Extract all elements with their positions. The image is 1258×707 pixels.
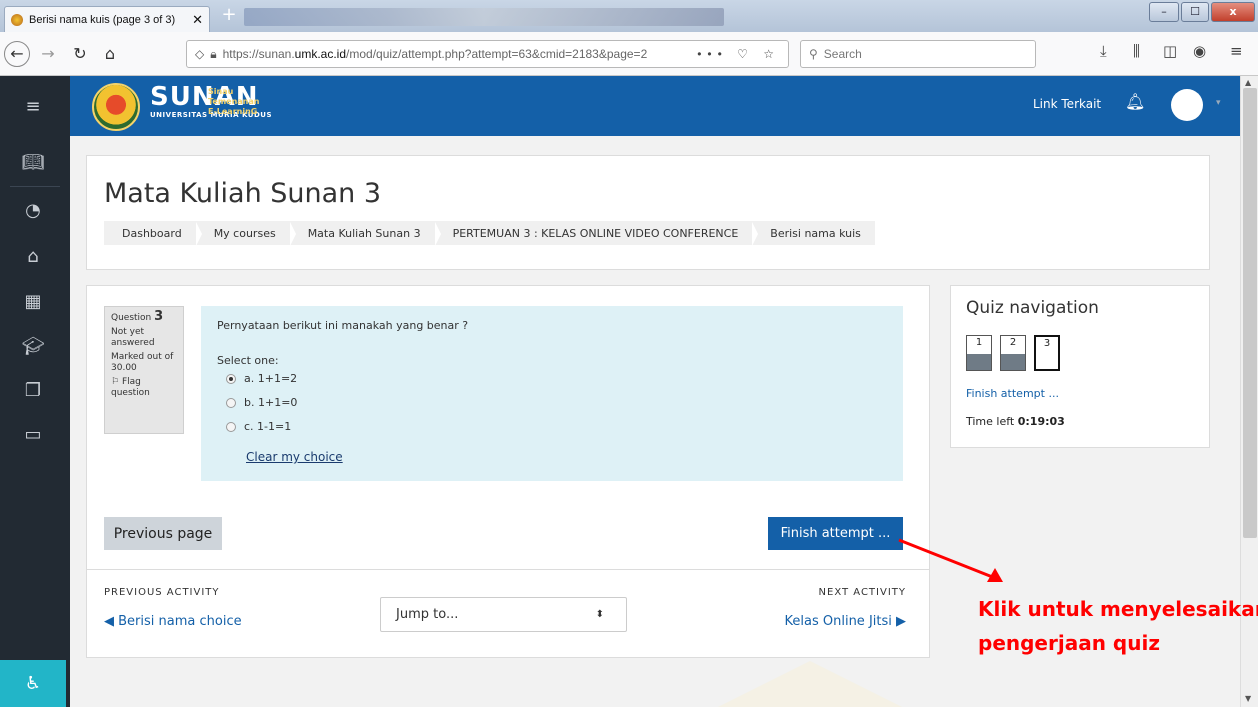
answer-option-c[interactable]: c. 1-1=1 bbox=[226, 420, 291, 433]
lock-icon: 🔒︎ bbox=[210, 46, 217, 61]
radio-b[interactable] bbox=[226, 397, 236, 408]
time-left: Time left 0:19:03 bbox=[966, 415, 1065, 428]
annotation-arrow-icon bbox=[898, 538, 1003, 582]
back-arrow-icon[interactable]: ← bbox=[4, 41, 30, 67]
flag-icon: ⚐ bbox=[111, 377, 122, 387]
next-activity-label: NEXT ACTIVITY bbox=[818, 587, 906, 598]
close-window-button[interactable]: x bbox=[1211, 2, 1255, 22]
scroll-down-icon[interactable]: ▼ bbox=[1245, 694, 1251, 703]
breadcrumb-dashboard[interactable]: Dashboard bbox=[104, 221, 202, 246]
dashboard-icon[interactable]: ◔ bbox=[0, 200, 66, 221]
tab-title: Berisi nama kuis (page 3 of 3) bbox=[29, 13, 176, 26]
annotation-line-2: pengerjaan quiz bbox=[978, 631, 1160, 655]
breadcrumb-course[interactable]: Mata Kuliah Sunan 3 bbox=[290, 221, 441, 246]
clear-choice-link[interactable]: Clear my choice bbox=[246, 450, 343, 464]
breadcrumb-section[interactable]: PERTEMUAN 3 : KELAS ONLINE VIDEO CONFERE… bbox=[435, 221, 758, 246]
url-text: https://sunan.umk.ac.id/mod/quiz/attempt… bbox=[222, 47, 648, 61]
answer-option-a[interactable]: a. 1+1=2 bbox=[226, 372, 297, 385]
chevron-down-icon[interactable]: ▾ bbox=[1216, 98, 1221, 108]
quiz-nav-button-2[interactable]: 2 bbox=[1000, 335, 1026, 371]
download-icon[interactable]: ⤓ bbox=[1100, 42, 1107, 60]
radio-a[interactable] bbox=[226, 373, 236, 384]
time-left-value: 0:19:03 bbox=[1017, 415, 1065, 428]
search-icon: ⚲ bbox=[809, 47, 818, 61]
question-number: 3 bbox=[154, 309, 164, 324]
reload-icon[interactable]: ↻ bbox=[68, 42, 92, 66]
bell-icon[interactable]: 🔔︎ bbox=[1125, 92, 1145, 111]
select-caret-icon: ⬍ bbox=[595, 609, 604, 620]
nav-drawer: ≡ 📖︎ ◔ ⌂ ▦ 🎓︎ ❐ ▭ bbox=[0, 76, 70, 707]
avatar[interactable] bbox=[1171, 89, 1203, 121]
annotation-text: Klik untuk menyelesaikan pengerjaan quiz bbox=[978, 592, 1258, 660]
radio-c[interactable] bbox=[226, 421, 236, 432]
question-info: Question 3 Not yet answered Marked out o… bbox=[104, 306, 184, 434]
favicon-icon bbox=[11, 13, 23, 26]
browser-tab[interactable]: Berisi nama kuis (page 3 of 3) ✕ bbox=[4, 6, 210, 32]
site-brand[interactable]: SUNAN UNIVERSITAS MURIA KUDUS Sinau Teme… bbox=[150, 83, 272, 119]
finish-attempt-link[interactable]: Finish attempt ... bbox=[966, 387, 1059, 400]
blurred-tabs bbox=[244, 8, 724, 26]
annotation-line-1: Klik untuk menyelesaikan bbox=[978, 597, 1258, 621]
sidebar-icon[interactable]: ◫ bbox=[1163, 42, 1177, 60]
hamburger-icon[interactable]: ≡ bbox=[0, 96, 66, 117]
home-icon[interactable]: ⌂ bbox=[98, 42, 122, 66]
new-tab-button[interactable]: + bbox=[218, 6, 240, 26]
page-title: Mata Kuliah Sunan 3 bbox=[104, 178, 382, 209]
previous-activity-label: PREVIOUS ACTIVITY bbox=[104, 587, 220, 598]
link-terkait-menu[interactable]: Link Terkait bbox=[1033, 97, 1101, 111]
folder-icon[interactable]: ▭ bbox=[0, 424, 66, 445]
account-icon[interactable]: ◉ bbox=[1193, 42, 1206, 60]
scroll-thumb[interactable] bbox=[1243, 88, 1257, 538]
select-one-label: Select one: bbox=[217, 354, 279, 367]
flag-question-button[interactable]: ⚐ Flag question bbox=[111, 377, 177, 399]
quiz-nav-button-3[interactable]: 3 bbox=[1034, 335, 1060, 371]
breadcrumb-quiz[interactable]: Berisi nama kuis bbox=[752, 227, 875, 240]
shield-icon: ◇ bbox=[195, 47, 205, 61]
quiz-nav-button-1[interactable]: 1 bbox=[966, 335, 992, 371]
menu-icon[interactable]: ≡ bbox=[1230, 42, 1243, 60]
finish-attempt-button[interactable]: Finish attempt ... bbox=[768, 517, 903, 550]
library-icon[interactable]: ⫼ bbox=[1133, 42, 1140, 60]
breadcrumb: Dashboard My courses Mata Kuliah Sunan 3… bbox=[104, 221, 875, 246]
page-content: SUNAN UNIVERSITAS MURIA KUDUS Sinau Teme… bbox=[0, 76, 1258, 707]
answer-option-b[interactable]: b. 1+1=0 bbox=[226, 396, 297, 409]
url-bar[interactable]: ◇ 🔒︎ https://sunan.umk.ac.id/mod/quiz/at… bbox=[186, 40, 789, 68]
quiz-navigation-title: Quiz navigation bbox=[966, 298, 1099, 318]
question-label: Question bbox=[111, 313, 152, 323]
search-placeholder: Search bbox=[823, 47, 862, 61]
previous-activity-link[interactable]: ◀ Berisi nama choice bbox=[104, 614, 242, 629]
files-icon[interactable]: ❐ bbox=[0, 380, 66, 401]
previous-page-button[interactable]: Previous page bbox=[104, 517, 222, 550]
card-divider bbox=[86, 569, 930, 570]
page-actions-icon[interactable]: ••• ♡ ☆ bbox=[697, 47, 788, 61]
breadcrumb-my-courses[interactable]: My courses bbox=[196, 221, 296, 246]
umk-logo[interactable] bbox=[92, 83, 140, 131]
home-icon[interactable]: ⌂ bbox=[0, 246, 66, 267]
accessibility-icon[interactable]: ♿︎ bbox=[0, 660, 66, 707]
minimize-button[interactable]: – bbox=[1149, 2, 1179, 22]
forward-arrow-icon[interactable]: → bbox=[36, 42, 60, 66]
browser-navbar: ← → ↻ ⌂ ◇ 🔒︎ https://sunan.umk.ac.id/mod… bbox=[0, 32, 1258, 76]
next-activity-link[interactable]: Kelas Online Jitsi ▶ bbox=[772, 614, 906, 629]
question-text: Pernyataan berikut ini manakah yang bena… bbox=[217, 319, 469, 332]
question-state: Not yet answered bbox=[111, 327, 155, 348]
book-icon[interactable]: 📖︎ bbox=[0, 152, 66, 173]
brand-tagline: Sinau Temenanan E-LearninG bbox=[208, 87, 260, 116]
page-header-card bbox=[86, 155, 1210, 270]
jump-to-select[interactable]: Jump to... ⬍ bbox=[380, 597, 627, 632]
search-input[interactable]: ⚲ Search bbox=[800, 40, 1036, 68]
watermark-graphic bbox=[718, 661, 902, 707]
maximize-button[interactable]: ☐ bbox=[1181, 2, 1209, 22]
drawer-divider bbox=[10, 186, 60, 187]
scroll-up-icon[interactable]: ▲ bbox=[1245, 78, 1251, 87]
question-marks: Marked out of 30.00 bbox=[111, 352, 174, 373]
calendar-icon[interactable]: ▦ bbox=[0, 291, 66, 312]
tab-close-icon[interactable]: ✕ bbox=[192, 12, 203, 28]
window-titlebar: Berisi nama kuis (page 3 of 3) ✕ + – ☐ x bbox=[0, 0, 1258, 32]
graduation-cap-icon[interactable]: 🎓︎ bbox=[0, 336, 66, 357]
